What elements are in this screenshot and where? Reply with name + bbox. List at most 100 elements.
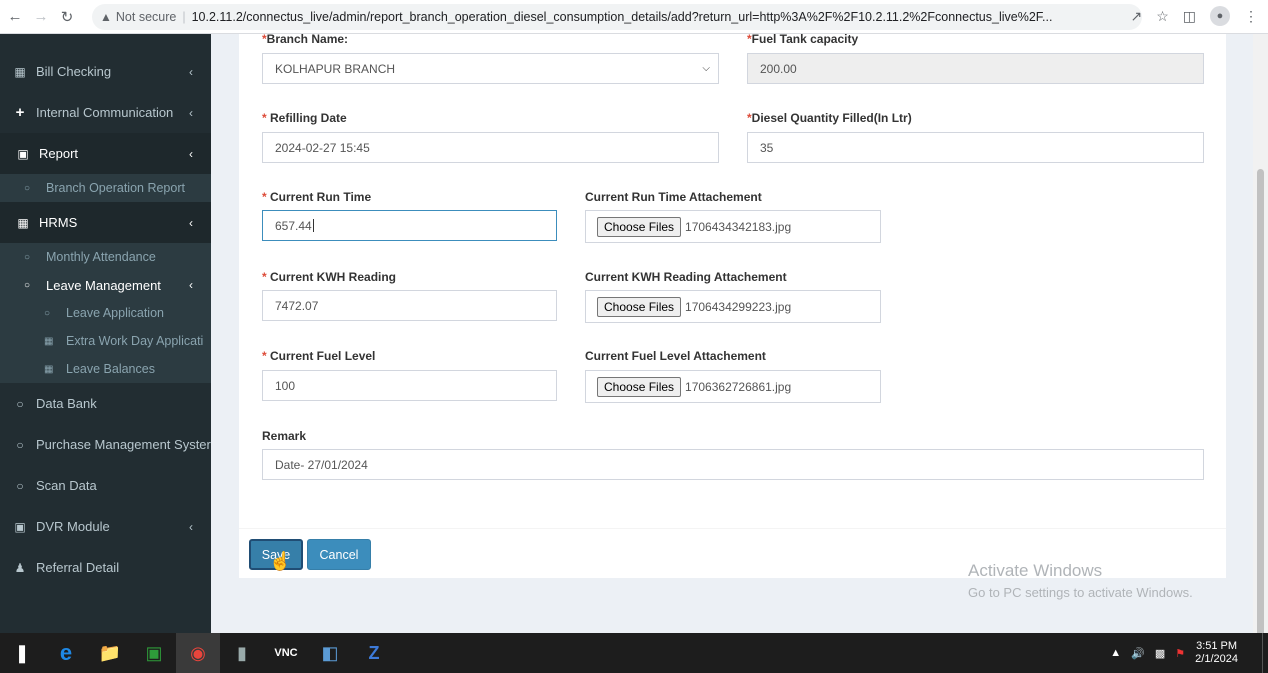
chevron-left-icon: ‹ bbox=[189, 215, 193, 230]
remark-field[interactable]: Date- 27/01/2024 bbox=[262, 449, 1204, 480]
chrome-icon[interactable]: ◉ bbox=[176, 633, 220, 673]
plus-icon: + bbox=[15, 104, 25, 121]
forward-icon[interactable]: → bbox=[30, 6, 52, 28]
choose-files-button[interactable]: Choose Files bbox=[597, 376, 682, 397]
sidebar-item-referral-detail[interactable]: ♟ Referral Detail bbox=[0, 547, 211, 588]
sidebar-item-purchase-management[interactable]: ○ Purchase Management Syster bbox=[0, 424, 211, 465]
scrollbar-thumb[interactable] bbox=[1257, 169, 1264, 639]
refilling-date-field[interactable]: 2024-02-27 15:45 bbox=[262, 132, 719, 163]
text-caret bbox=[312, 219, 314, 232]
fuel-tank-label: *Fuel Tank capacity bbox=[747, 32, 859, 46]
user-add-icon: ♟ bbox=[14, 560, 26, 575]
tray-expand-icon[interactable]: ▲ bbox=[1110, 647, 1121, 659]
volume-icon[interactable]: 🔊 bbox=[1131, 647, 1145, 660]
sidebar-item-scan-data[interactable]: ○ Scan Data bbox=[0, 465, 211, 506]
kwh-attach-label: Current KWH Reading Attachement bbox=[585, 270, 787, 284]
profile-icon[interactable]: ● bbox=[1210, 6, 1230, 26]
diesel-qty-field[interactable]: 35 bbox=[747, 132, 1204, 163]
side-panel-icon[interactable]: ◫ bbox=[1183, 8, 1196, 25]
run-time-attach-label: Current Run Time Attachement bbox=[585, 190, 762, 204]
refilling-date-label: * Refilling Date bbox=[262, 111, 347, 125]
chevron-down-icon: ⌵ bbox=[702, 63, 710, 74]
sidebar-item-leave-balances[interactable]: ▦ Leave Balances bbox=[0, 355, 211, 383]
system-tray: ▲ 🔊 ▩ ⚑ 3:51 PM 2/1/2024 bbox=[1110, 633, 1238, 673]
bookmark-star-icon[interactable]: ☆ bbox=[1156, 8, 1169, 25]
windows-taskbar: ❚ e 📁 ▣ ◉ ▮ VNC ◧ Z ▲ 🔊 ▩ ⚑ 3:51 PM 2/1/… bbox=[0, 633, 1268, 673]
chevron-left-icon: ‹ bbox=[189, 64, 193, 79]
file-explorer-icon[interactable]: 📁 bbox=[88, 633, 132, 673]
chevron-left-icon: ‹ bbox=[189, 105, 193, 120]
branch-name-select[interactable]: KOLHAPUR BRANCH ⌵ bbox=[262, 53, 719, 84]
remote-desktop-icon[interactable]: ◧ bbox=[308, 633, 352, 673]
page-scrollbar[interactable] bbox=[1253, 34, 1268, 639]
fuel-level-field[interactable]: 100 bbox=[262, 370, 557, 401]
hand-cursor-icon: ☝ bbox=[269, 551, 292, 571]
fuel-level-file-input[interactable]: Choose Files 1706362726861.jpg bbox=[585, 370, 881, 403]
main-content: *Branch Name: KOLHAPUR BRANCH ⌵ *Fuel Ta… bbox=[211, 32, 1268, 633]
chevron-left-icon: ‹ bbox=[189, 519, 193, 534]
kwh-file-input[interactable]: Choose Files 1706434299223.jpg bbox=[585, 290, 881, 323]
report-icon: ▣ bbox=[17, 146, 29, 161]
clock[interactable]: 3:51 PM 2/1/2024 bbox=[1195, 640, 1238, 666]
sidebar-item-monthly-attendance[interactable]: ○ Monthly Attendance bbox=[0, 243, 211, 271]
store-icon[interactable]: ▣ bbox=[132, 633, 176, 673]
fuel-tank-field: 200.00 bbox=[747, 53, 1204, 84]
back-icon[interactable]: ← bbox=[4, 6, 26, 28]
address-bar[interactable]: ▲ Not secure | 10.2.11.2/connectus_live/… bbox=[92, 4, 1142, 30]
sidebar-item-data-bank[interactable]: ○ Data Bank bbox=[0, 383, 211, 424]
grid-icon: ▦ bbox=[17, 215, 29, 230]
fuel-level-attach-label: Current Fuel Level Attachement bbox=[585, 349, 766, 363]
sidebar-item-dvr-module[interactable]: ▣ DVR Module ‹ bbox=[0, 506, 211, 547]
sidebar-item-bill-checking[interactable]: ▦ Bill Checking ‹ bbox=[0, 51, 211, 92]
share-icon[interactable]: ↗ bbox=[1130, 8, 1142, 25]
branch-name-label: *Branch Name: bbox=[262, 32, 349, 46]
show-desktop-button[interactable] bbox=[1262, 633, 1268, 673]
circle-icon: ○ bbox=[24, 251, 31, 263]
warning-icon: ▲ bbox=[100, 10, 112, 24]
sidebar-item-internal-communication[interactable]: + Internal Communication ‹ bbox=[0, 92, 211, 133]
sidebar-item-leave-application[interactable]: ○ Leave Application bbox=[0, 299, 211, 327]
activate-windows-watermark: Activate Windows Go to PC settings to ac… bbox=[968, 561, 1193, 600]
grid-icon: ▦ bbox=[14, 64, 26, 79]
circle-icon: ○ bbox=[24, 279, 31, 291]
diesel-qty-label: *Diesel Quantity Filled(In Ltr) bbox=[747, 111, 912, 125]
circle-icon: ○ bbox=[16, 437, 24, 452]
kwh-field[interactable]: 7472.07 bbox=[262, 290, 557, 321]
url-text: 10.2.11.2/connectus_live/admin/report_br… bbox=[191, 10, 1053, 24]
sidebar-item-leave-management[interactable]: ○ Leave Management ‹ bbox=[0, 271, 211, 299]
cancel-button[interactable]: Cancel bbox=[307, 539, 371, 570]
internet-explorer-icon[interactable]: e bbox=[44, 633, 88, 673]
kwh-label: * Current KWH Reading bbox=[262, 270, 397, 284]
network-icon[interactable]: ▩ bbox=[1155, 647, 1165, 660]
fuel-level-label: * Current Fuel Level bbox=[262, 349, 376, 363]
sidebar-item-report[interactable]: ▣ Report ‹ bbox=[0, 133, 211, 174]
form-box: *Branch Name: KOLHAPUR BRANCH ⌵ *Fuel Ta… bbox=[239, 32, 1226, 578]
vnc-viewer-icon[interactable]: VNC bbox=[264, 633, 308, 673]
chevron-left-icon: ‹ bbox=[189, 146, 193, 161]
sidebar-item-hrms[interactable]: ▦ HRMS ‹ bbox=[0, 202, 211, 243]
grid-icon: ▦ bbox=[44, 363, 54, 375]
menu-kebab-icon[interactable]: ⋮ bbox=[1244, 8, 1258, 25]
network-app-icon[interactable]: ▮ bbox=[220, 633, 264, 673]
reload-icon[interactable]: ↻ bbox=[56, 6, 78, 28]
sidebar-item-branch-operation-report[interactable]: ○ Branch Operation Report bbox=[0, 174, 211, 202]
report-icon: ▣ bbox=[14, 519, 26, 534]
chevron-left-icon: ‹ bbox=[189, 278, 193, 292]
sidebar-item-extra-work-day[interactable]: ▦ Extra Work Day Applicati bbox=[0, 327, 211, 355]
not-secure-label: Not secure bbox=[115, 10, 177, 24]
grid-icon: ▦ bbox=[44, 335, 54, 347]
app-z-icon[interactable]: Z bbox=[352, 633, 396, 673]
circle-icon: ○ bbox=[44, 307, 51, 319]
run-time-file-input[interactable]: Choose Files 1706434342183.jpg bbox=[585, 210, 881, 243]
circle-icon: ○ bbox=[16, 478, 24, 493]
flag-icon[interactable]: ⚑ bbox=[1175, 647, 1185, 660]
start-icon[interactable]: ❚ bbox=[0, 633, 44, 673]
sidebar: ▦ Bill Checking ‹ + Internal Communicati… bbox=[0, 34, 211, 633]
remark-label: Remark bbox=[262, 429, 307, 443]
circle-icon: ○ bbox=[16, 396, 24, 411]
run-time-field[interactable]: 657.44 bbox=[262, 210, 557, 241]
choose-files-button[interactable]: Choose Files bbox=[597, 216, 682, 237]
choose-files-button[interactable]: Choose Files bbox=[597, 296, 682, 317]
circle-icon: ○ bbox=[24, 182, 31, 194]
browser-toolbar: ← → ↻ ▲ Not secure | 10.2.11.2/connectus… bbox=[0, 0, 1268, 34]
